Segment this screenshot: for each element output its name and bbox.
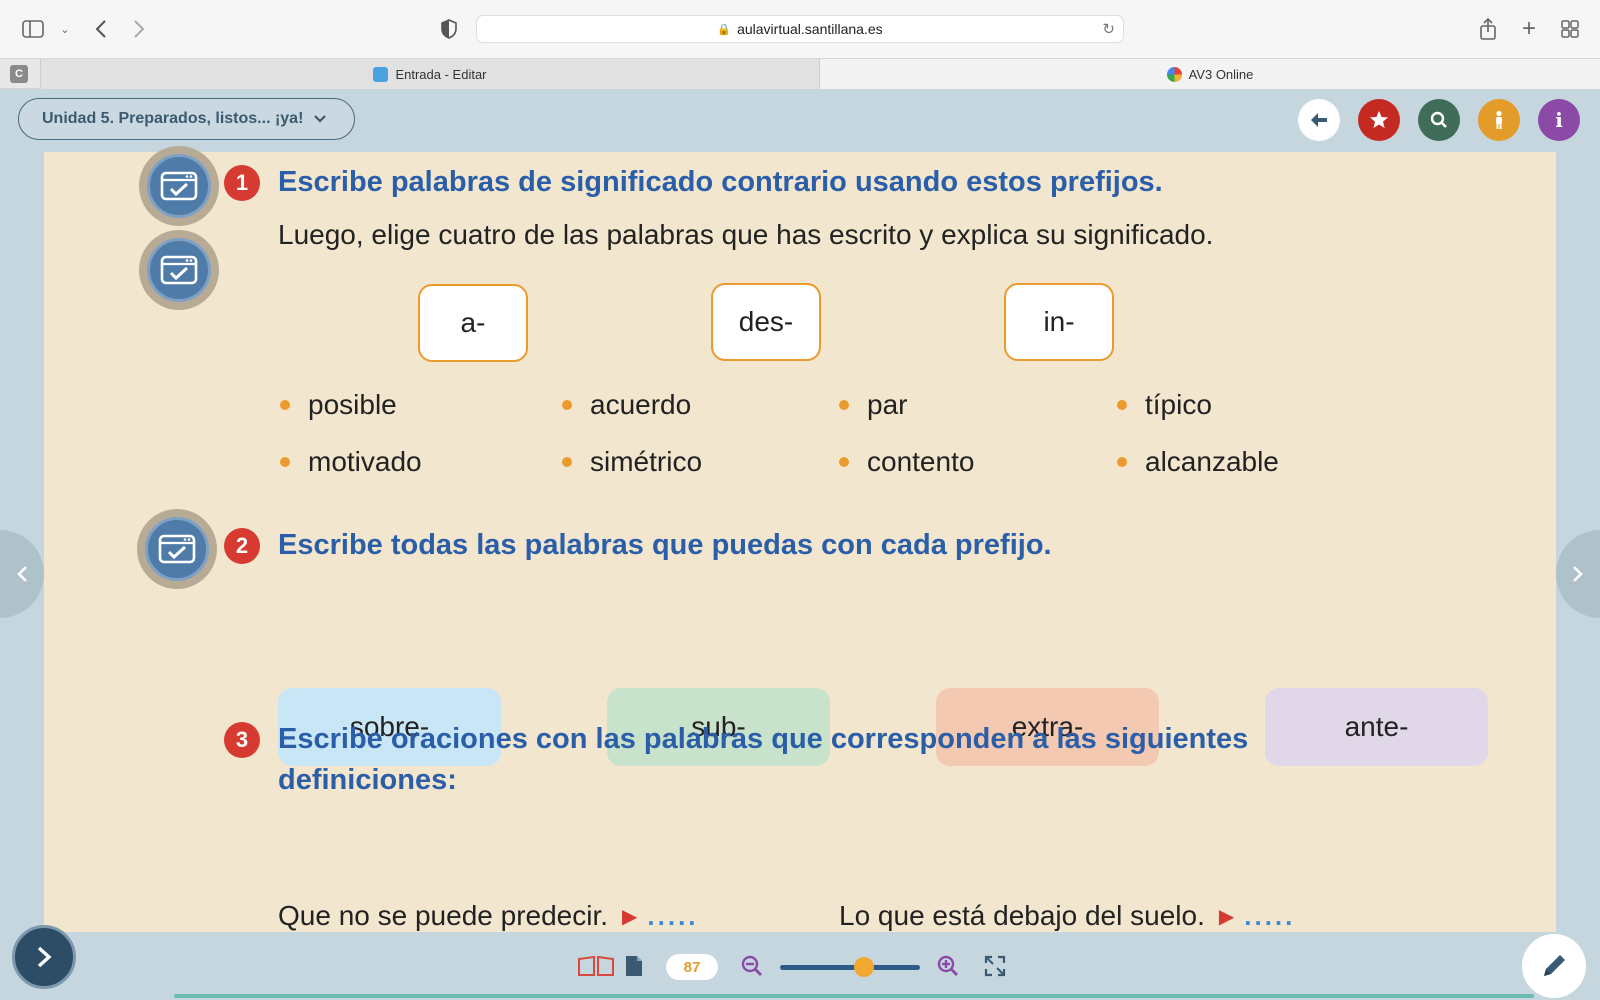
info-button[interactable]: i	[1538, 99, 1580, 141]
double-page-view-icon[interactable]	[576, 954, 616, 978]
word-item: simétrico	[562, 446, 702, 478]
arrow-left-icon	[1311, 113, 1327, 127]
edit-button[interactable]	[1522, 934, 1586, 998]
definition-item: Lo que está debajo del suelo. ▶ .....	[839, 900, 1296, 932]
blogger-favicon-icon	[373, 66, 389, 82]
chevron-down-icon	[313, 112, 327, 127]
zoom-slider[interactable]	[780, 957, 920, 977]
chevron-right-icon	[37, 946, 52, 968]
exercise2-title: Escribe todas las palabras que puedas co…	[278, 529, 1052, 561]
zoom-out-icon[interactable]	[740, 954, 764, 978]
star-icon	[1370, 111, 1388, 128]
answer-blank[interactable]: .....	[647, 901, 698, 932]
address-bar[interactable]: 🔒 aulavirtual.santillana.es ↻	[476, 15, 1124, 43]
exercise-number: 1	[224, 165, 260, 201]
activity-badge[interactable]	[139, 230, 219, 310]
sidebar-toggle-icon[interactable]	[18, 14, 48, 44]
tab-label: Entrada - Editar	[395, 66, 487, 82]
unit-title: Unidad 5. Preparados, listos... ¡ya!	[42, 110, 304, 127]
activity-badge[interactable]	[137, 509, 217, 589]
pinned-tab[interactable]: C	[10, 65, 28, 83]
chevron-down-icon[interactable]: ⌄	[50, 14, 80, 44]
info-icon: i	[1555, 108, 1563, 132]
exercise3-title-line2: definiciones:	[278, 764, 457, 796]
privacy-shield-icon[interactable]	[434, 14, 464, 44]
checked-window-icon	[160, 255, 198, 285]
book-page: 1 Escribe palabras de significado contra…	[44, 146, 1556, 998]
lock-icon: 🔒	[717, 23, 732, 36]
exercise3-title-line1: Escribe oraciones con las palabras que c…	[278, 723, 1249, 755]
play-arrow-icon: ▶	[1218, 905, 1235, 928]
share-icon[interactable]	[1473, 14, 1503, 44]
play-arrow-icon: ▶	[622, 905, 638, 928]
new-tab-icon[interactable]: +	[1514, 14, 1544, 44]
tab-label: AV3 Online	[1188, 66, 1254, 82]
definition-item: Que no se puede predecir. ▶ .....	[278, 900, 699, 932]
search-button[interactable]	[1418, 99, 1460, 141]
word-item: par	[839, 389, 907, 421]
tab-entrada-editar[interactable]: Entrada - Editar	[40, 59, 820, 89]
prefix-box: in-	[1004, 283, 1114, 361]
page-number[interactable]: 87	[666, 954, 718, 980]
answer-blank[interactable]: .....	[1244, 901, 1295, 932]
prefix-box: a-	[418, 284, 528, 362]
prefix-box-ante: ante-	[1265, 688, 1488, 766]
exercise1-title: Escribe palabras de significado contrari…	[278, 166, 1163, 198]
person-icon	[1496, 110, 1502, 129]
favorites-button[interactable]	[1358, 99, 1400, 141]
tab-overview-icon[interactable]	[1555, 14, 1585, 44]
back-nav-icon[interactable]	[86, 14, 116, 44]
zoom-in-icon[interactable]	[936, 954, 960, 978]
single-page-view-icon[interactable]	[622, 953, 646, 979]
search-icon	[1430, 111, 1447, 128]
activity-badge[interactable]	[139, 146, 219, 226]
reload-icon[interactable]: ↻	[1102, 20, 1115, 38]
word-item: alcanzable	[1117, 446, 1279, 478]
open-menu-button[interactable]	[12, 925, 76, 989]
checked-window-icon	[160, 171, 198, 201]
exercise1-instruction: Luego, elige cuatro de las palabras que …	[278, 219, 1214, 250]
word-item: motivado	[280, 446, 422, 478]
accessibility-button[interactable]	[1478, 99, 1520, 141]
url-text: aulavirtual.santillana.es	[737, 21, 883, 37]
browser-toolbar: ⌄ 🔒 aulavirtual.santillana.es ↻ +	[0, 0, 1600, 58]
fullscreen-icon[interactable]	[983, 954, 1007, 978]
word-item: contento	[839, 446, 974, 478]
app-viewport: Unidad 5. Preparados, listos... ¡ya! i 1…	[0, 89, 1600, 1000]
prefix-box: des-	[711, 283, 821, 361]
word-item: posible	[280, 389, 397, 421]
chevron-right-icon	[1573, 566, 1583, 582]
word-item: típico	[1117, 389, 1212, 421]
tab-bar: C Entrada - Editar AV3 Online	[0, 58, 1600, 89]
previous-page-button[interactable]	[0, 530, 44, 618]
forward-nav-icon[interactable]	[124, 14, 154, 44]
zoom-slider-knob[interactable]	[854, 957, 874, 977]
word-item: acuerdo	[562, 389, 691, 421]
back-button[interactable]	[1298, 99, 1340, 141]
pencil-icon	[1544, 955, 1565, 976]
av3-favicon-icon	[1166, 66, 1182, 82]
unit-selector[interactable]: Unidad 5. Preparados, listos... ¡ya!	[18, 98, 355, 140]
chevron-left-icon	[17, 566, 27, 582]
checked-window-icon	[158, 534, 196, 564]
next-page-button[interactable]	[1556, 530, 1600, 618]
exercise-number: 2	[224, 528, 260, 564]
exercise-number: 3	[224, 722, 260, 758]
section-divider	[174, 994, 1534, 998]
tab-av3-online[interactable]: AV3 Online	[820, 59, 1600, 89]
